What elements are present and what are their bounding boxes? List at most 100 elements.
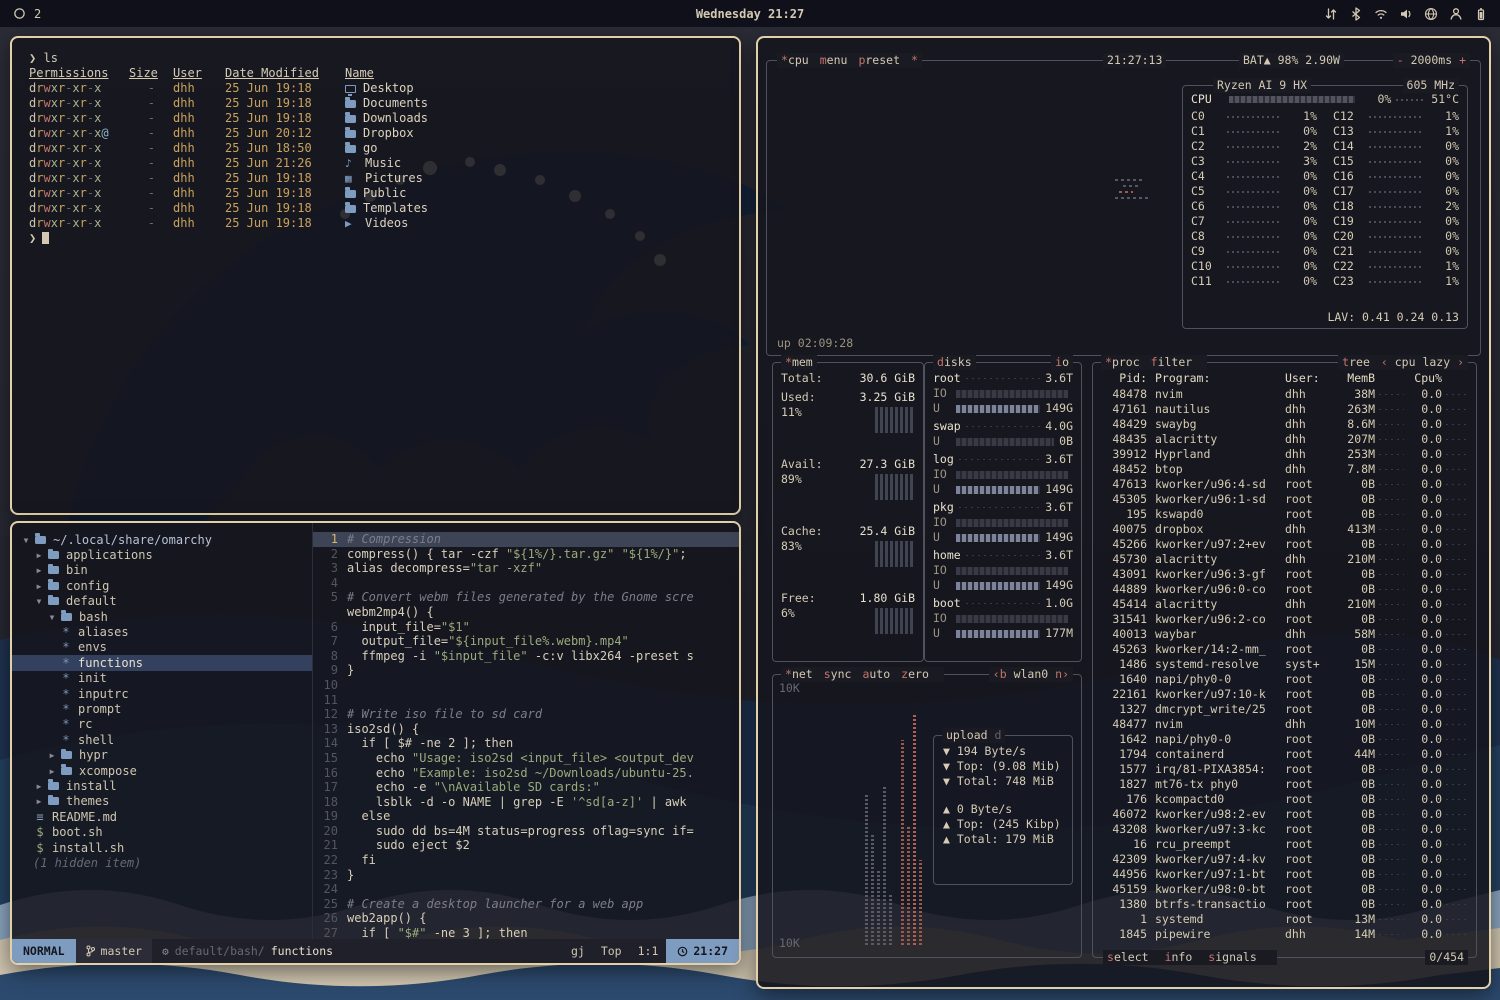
process-row[interactable]: 46072kworker/u98:2-evroot0B0.0 xyxy=(1101,807,1468,822)
mem-title[interactable]: mem xyxy=(792,355,813,369)
process-row[interactable]: 44889kworker/u96:0-coroot0B0.0 xyxy=(1101,582,1468,597)
process-row[interactable]: 44956kworker/u97:1-btroot0B0.0 xyxy=(1101,867,1468,882)
interval-minus-button[interactable]: - xyxy=(1397,53,1404,67)
col-user[interactable]: User: xyxy=(1285,371,1333,387)
process-row[interactable]: 1827mt76-tx phy0root0B0.0 xyxy=(1101,777,1468,792)
process-row[interactable]: 42309kworker/u97:4-kvroot0B0.0 xyxy=(1101,852,1468,867)
io-toggle[interactable]: io xyxy=(1051,355,1073,370)
process-row[interactable]: 1486systemd-resolvesyst+15M0.0 xyxy=(1101,657,1468,672)
info-button[interactable]: info xyxy=(1165,950,1193,965)
process-row[interactable]: 1640napi/phy0-0root0B0.0 xyxy=(1101,672,1468,687)
process-row[interactable]: 176kcompactd0root0B0.0 xyxy=(1101,792,1468,807)
col-program[interactable]: Program: xyxy=(1147,371,1285,387)
process-row[interactable]: 40013waybardhh58M0.0 xyxy=(1101,627,1468,642)
battery-icon[interactable] xyxy=(1473,6,1488,21)
tree-item-readme-md[interactable]: ≡README.md xyxy=(12,809,312,824)
tab-menu[interactable]: menu xyxy=(820,53,848,68)
tree-item-bash[interactable]: ▾bash xyxy=(12,609,312,624)
tree-item-boot-sh[interactable]: $boot.sh xyxy=(12,824,312,839)
net-scale-top: 10K xyxy=(779,681,800,696)
code-buffer[interactable]: 1# Compression2compress() { tar -czf "${… xyxy=(313,523,739,939)
process-row[interactable]: 40075dropboxdhh413M0.0 xyxy=(1101,522,1468,537)
tree-item-bin[interactable]: ▸bin xyxy=(12,563,312,578)
sort-next-button[interactable]: › xyxy=(1450,355,1464,369)
bluetooth-icon[interactable] xyxy=(1348,6,1363,21)
process-row[interactable]: 1794containerdroot44M0.0 xyxy=(1101,747,1468,762)
process-row[interactable]: 48478nvimdhh38M0.0 xyxy=(1101,387,1468,402)
tab-cpu[interactable]: cpu xyxy=(788,53,809,68)
process-row[interactable]: 16rcu_preemptroot0B0.0 xyxy=(1101,837,1468,852)
tree-item-install-sh[interactable]: $install.sh xyxy=(12,840,312,855)
sort-column[interactable]: cpu lazy xyxy=(1395,355,1450,369)
tree-item-install[interactable]: ▸install xyxy=(12,778,312,793)
col-memb[interactable]: MemB xyxy=(1333,371,1375,387)
process-row[interactable]: 45305kworker/u96:1-sdroot0B0.0 xyxy=(1101,492,1468,507)
tree-item-shell[interactable]: *shell xyxy=(12,732,312,747)
net-stats-down: ▼ 194 Byte/s▼ Top: (9.08 Mib)▼ Total: 74… xyxy=(943,744,1063,789)
select-button[interactable]: select xyxy=(1107,950,1149,965)
tab-preset[interactable]: preset xyxy=(858,53,900,68)
tree-item-xcompose[interactable]: ▸xcompose xyxy=(12,763,312,778)
process-row[interactable]: 39912Hyprlanddhh253M0.0 xyxy=(1101,447,1468,462)
process-row[interactable]: 45263kworker/14:2-mm_root0B0.0 xyxy=(1101,642,1468,657)
workspace-indicator[interactable]: 2 xyxy=(12,6,41,21)
tree-root[interactable]: ▾ ~/.local/share/omarchy xyxy=(12,532,312,547)
tree-item-hypr[interactable]: ▸hypr xyxy=(12,747,312,762)
tree-item-default[interactable]: ▾default xyxy=(12,594,312,609)
prev-interface-button[interactable]: ‹b xyxy=(993,667,1007,681)
tree-item-rc[interactable]: *rc xyxy=(12,717,312,732)
process-row[interactable]: 1577irq/81-PIXA3854:root0B0.0 xyxy=(1101,762,1468,777)
tree-item-functions[interactable]: *functions xyxy=(12,655,312,670)
folder-open-icon xyxy=(35,536,46,544)
process-row[interactable]: 48435alacrittydhh207M0.0 xyxy=(1101,432,1468,447)
tree-item-init[interactable]: *init xyxy=(12,671,312,686)
process-row[interactable]: 45266kworker/u97:2+evroot0B0.0 xyxy=(1101,537,1468,552)
tree-item-applications[interactable]: ▸applications xyxy=(12,547,312,562)
col-cpu[interactable]: Cpu% xyxy=(1408,371,1442,387)
process-row[interactable]: 22161kworker/u97:10-kroot0B0.0 xyxy=(1101,687,1468,702)
net-tab-sync[interactable]: sync xyxy=(824,667,852,682)
process-row[interactable]: 48477nvimdhh10M0.0 xyxy=(1101,717,1468,732)
tree-item-aliases[interactable]: *aliases xyxy=(12,624,312,639)
tree-item-envs[interactable]: *envs xyxy=(12,640,312,655)
network-icon[interactable] xyxy=(1423,6,1438,21)
code-line: 8 ffmpeg -i "$input_file" -c:v libx264 -… xyxy=(313,649,739,664)
process-row[interactable]: 1327dmcrypt_write/25root0B0.0 xyxy=(1101,702,1468,717)
process-row[interactable]: 48452btopdhh7.8M0.0 xyxy=(1101,462,1468,477)
process-row[interactable]: 47613kworker/u96:4-sdroot0B0.0 xyxy=(1101,477,1468,492)
tree-item-prompt[interactable]: *prompt xyxy=(12,701,312,716)
new-prompt-line[interactable]: ❯ xyxy=(29,231,739,246)
tree-item-inputrc[interactable]: *inputrc xyxy=(12,686,312,701)
wifi-icon[interactable] xyxy=(1373,6,1388,21)
table-row: drwxr-xr-x-dhh25 Jun 19:18▶Videos xyxy=(29,216,739,231)
user-icon[interactable] xyxy=(1448,6,1463,21)
disks-title[interactable]: disks xyxy=(933,355,976,370)
process-row[interactable]: 45730alacrittydhh210M0.0 xyxy=(1101,552,1468,567)
process-row[interactable]: 43208kworker/u97:3-kcroot0B0.0 xyxy=(1101,822,1468,837)
volume-icon[interactable] xyxy=(1398,6,1413,21)
git-branch[interactable]: master xyxy=(76,939,153,963)
signals-button[interactable]: signals xyxy=(1208,950,1256,965)
process-row[interactable]: 43091kworker/u96:3-gfroot0B0.0 xyxy=(1101,567,1468,582)
process-row[interactable]: 1systemdroot13M0.0 xyxy=(1101,912,1468,927)
col-pid[interactable]: Pid: xyxy=(1101,371,1147,387)
transfer-icon[interactable] xyxy=(1323,6,1338,21)
process-row[interactable]: 195kswapd0root0B0.0 xyxy=(1101,507,1468,522)
process-row[interactable]: 45414alacrittydhh210M0.0 xyxy=(1101,597,1468,612)
process-row[interactable]: 1642napi/phy0-0root0B0.0 xyxy=(1101,732,1468,747)
process-row[interactable]: 1845pipewiredhh14M0.0 xyxy=(1101,927,1468,942)
net-tab-zero[interactable]: zero xyxy=(901,667,929,682)
sort-prev-button[interactable]: ‹ xyxy=(1381,355,1395,369)
process-row[interactable]: 47161nautilusdhh263M0.0 xyxy=(1101,402,1468,417)
next-interface-button[interactable]: n› xyxy=(1055,667,1069,681)
tree-item-config[interactable]: ▸config xyxy=(12,578,312,593)
interval-plus-button[interactable]: + xyxy=(1459,53,1466,67)
net-tab-auto[interactable]: auto xyxy=(862,667,890,682)
process-row[interactable]: 31541kworker/u96:2-coroot0B0.0 xyxy=(1101,612,1468,627)
process-row[interactable]: 45159kworker/u98:0-btroot0B0.0 xyxy=(1101,882,1468,897)
tree-item-themes[interactable]: ▸themes xyxy=(12,794,312,809)
tree-toggle[interactable]: tree xyxy=(1342,355,1370,370)
process-row[interactable]: 48429swaybgdhh8.6M0.0 xyxy=(1101,417,1468,432)
process-row[interactable]: 1380btrfs-transactioroot0B0.0 xyxy=(1101,897,1468,912)
filter-button[interactable]: filter xyxy=(1151,355,1193,370)
